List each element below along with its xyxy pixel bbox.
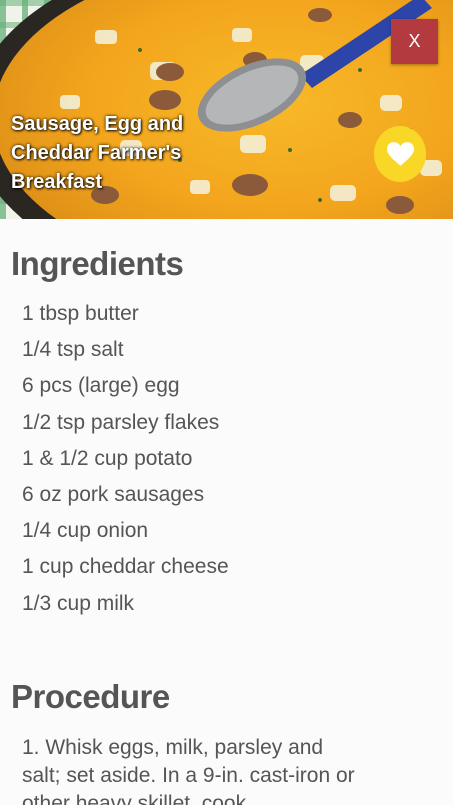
recipe-screen: Sausage, Egg and Cheddar Farmer's Breakf… bbox=[0, 0, 453, 805]
close-button[interactable]: X bbox=[391, 19, 438, 64]
heart-icon bbox=[386, 141, 414, 166]
recipe-hero-image: Sausage, Egg and Cheddar Farmer's Breakf… bbox=[0, 0, 453, 219]
ingredient-item: 1/3 cup milk bbox=[22, 591, 135, 615]
ingredients-list: 1 tbsp butter 1/4 tsp salt 6 pcs (large)… bbox=[22, 296, 229, 622]
ingredient-item: 1 cup cheddar cheese bbox=[22, 555, 229, 579]
ingredient-item: 1/2 tsp parsley flakes bbox=[22, 410, 220, 434]
recipe-title: Sausage, Egg and Cheddar Farmer's Breakf… bbox=[11, 113, 184, 193]
ingredient-item: 1/4 cup onion bbox=[22, 519, 149, 543]
procedure-heading: Procedure bbox=[11, 678, 170, 715]
ingredient-item: 1/4 tsp salt bbox=[22, 338, 124, 362]
ingredient-item: 6 oz pork sausages bbox=[22, 482, 205, 506]
procedure-step-text: 1. Whisk eggs, milk, parsley and salt; s… bbox=[22, 736, 355, 805]
ingredient-item: 1 tbsp butter bbox=[22, 302, 139, 325]
favorite-button[interactable] bbox=[374, 126, 426, 182]
ingredient-item: 1 & 1/2 cup potato bbox=[22, 446, 193, 470]
ingredient-item: 6 pcs (large) egg bbox=[22, 374, 180, 398]
ingredients-heading: Ingredients bbox=[11, 245, 184, 282]
